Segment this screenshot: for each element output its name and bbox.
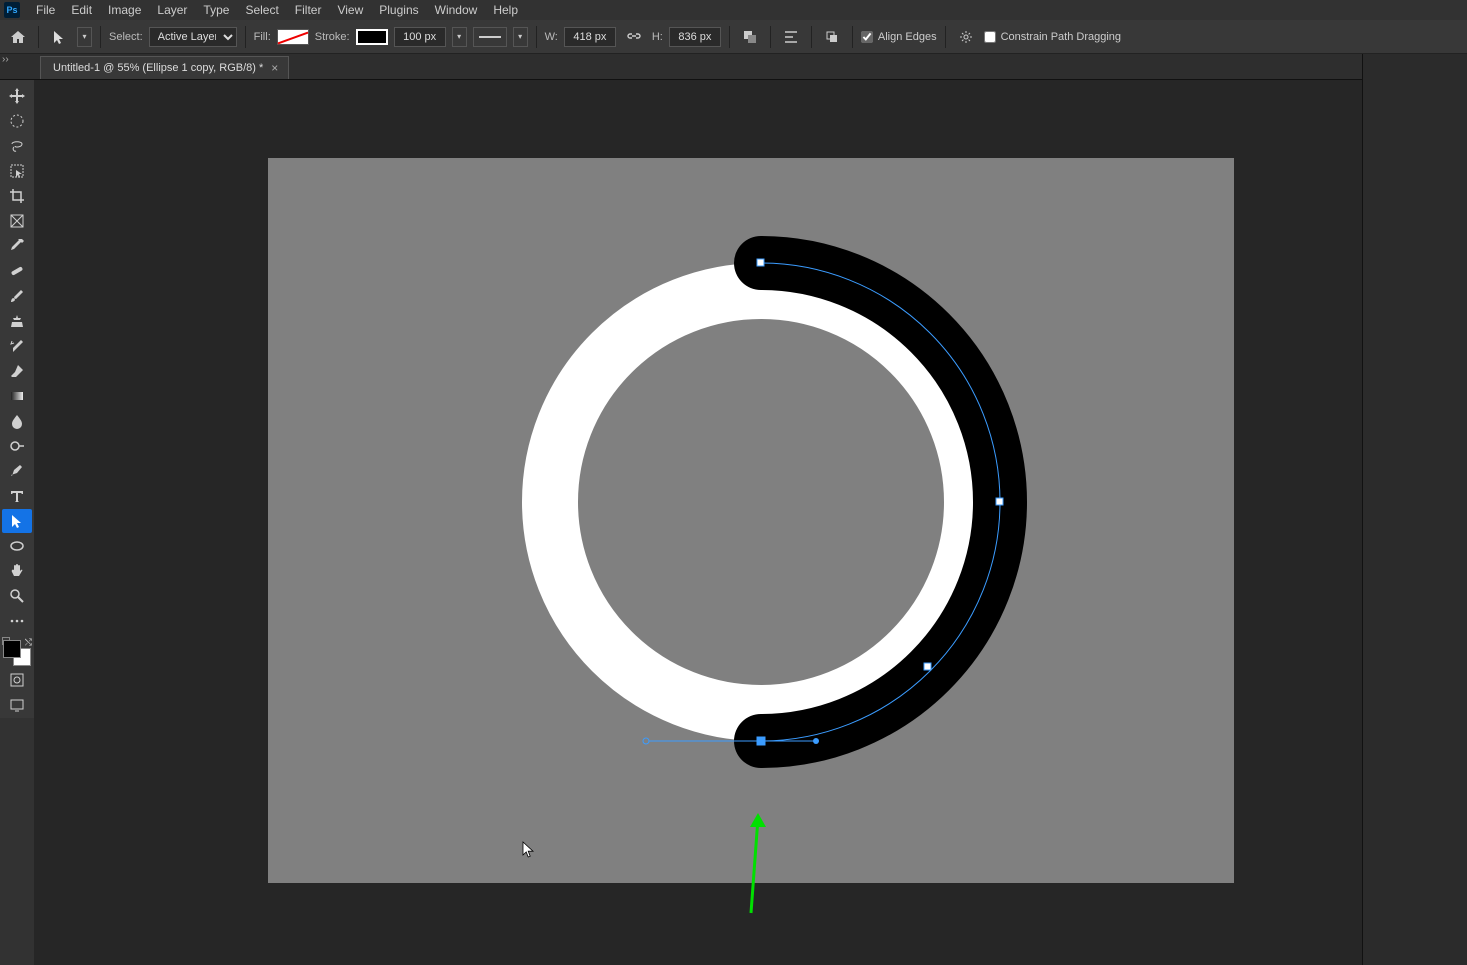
tool-brush[interactable]: [2, 284, 32, 308]
tool-frame[interactable]: [2, 209, 32, 233]
tool-marquee[interactable]: [2, 109, 32, 133]
stroke-width-input[interactable]: [394, 27, 446, 47]
extra-options-button[interactable]: [954, 26, 978, 48]
tool-pen[interactable]: [2, 459, 32, 483]
width-input[interactable]: [564, 27, 616, 47]
tool-clone-stamp[interactable]: [2, 309, 32, 333]
menu-select[interactable]: Select: [237, 1, 286, 19]
tool-eyedropper[interactable]: [2, 234, 32, 258]
stroke-swatch[interactable]: [356, 29, 388, 45]
path-arrangement-button[interactable]: [820, 26, 844, 48]
stroke-width-dropdown[interactable]: ▾: [452, 27, 467, 47]
tool-path-selection[interactable]: [2, 509, 32, 533]
tool-edit-toolbar[interactable]: [2, 609, 32, 633]
tool-preset-button[interactable]: [47, 26, 71, 48]
color-wells[interactable]: ⤭: [3, 638, 31, 666]
height-label: H:: [652, 31, 663, 43]
constrain-checkbox[interactable]: Constrain Path Dragging: [984, 31, 1121, 43]
dock-collapse-icon[interactable]: ››: [2, 54, 9, 65]
tool-quick-mask[interactable]: [2, 668, 32, 692]
document-tab-title: Untitled-1 @ 55% (Ellipse 1 copy, RGB/8)…: [53, 62, 263, 74]
gear-icon: [959, 30, 973, 44]
tool-blur[interactable]: [2, 409, 32, 433]
menu-bar: Ps File Edit Image Layer Type Select Fil…: [0, 0, 1467, 20]
document-tab[interactable]: Untitled-1 @ 55% (Ellipse 1 copy, RGB/8)…: [40, 56, 289, 79]
menu-help[interactable]: Help: [485, 1, 526, 19]
menu-type[interactable]: Type: [195, 1, 237, 19]
select-mode-dropdown[interactable]: Active Layers: [149, 27, 237, 47]
cursor-icon: [522, 841, 536, 859]
shape-ellipse-black[interactable]: [522, 263, 1000, 741]
tool-gradient[interactable]: [2, 384, 32, 408]
tool-lasso[interactable]: [2, 134, 32, 158]
menu-file[interactable]: File: [28, 1, 63, 19]
annotation-arrow: [746, 813, 776, 923]
align-edges-label: Align Edges: [878, 31, 937, 43]
app-logo: Ps: [4, 2, 20, 18]
foreground-color[interactable]: [3, 640, 21, 658]
stroke-style-dropdown[interactable]: [473, 27, 507, 47]
tool-healing[interactable]: [2, 259, 32, 283]
constrain-input[interactable]: [984, 31, 996, 43]
align-icon: [783, 29, 799, 45]
tool-shape[interactable]: [2, 534, 32, 558]
tool-hand[interactable]: [2, 559, 32, 583]
toolbox: ⤭: [0, 80, 34, 718]
arrange-icon: [824, 29, 840, 45]
stroke-label: Stroke:: [315, 31, 350, 43]
link-wh-button[interactable]: [622, 26, 646, 48]
menu-view[interactable]: View: [329, 1, 371, 19]
fill-label: Fill:: [254, 31, 271, 43]
path-operations-button[interactable]: [738, 26, 762, 48]
tool-zoom[interactable]: [2, 584, 32, 608]
home-icon: [10, 29, 26, 45]
link-icon: [627, 30, 641, 44]
menu-image[interactable]: Image: [100, 1, 149, 19]
close-icon[interactable]: ×: [271, 61, 278, 75]
options-bar: ▾ Select: Active Layers Fill: Stroke: ▾ …: [0, 20, 1467, 54]
menu-layer[interactable]: Layer: [149, 1, 195, 19]
tool-object-selection[interactable]: [2, 159, 32, 183]
height-input[interactable]: [669, 27, 721, 47]
align-edges-input[interactable]: [861, 31, 873, 43]
path-alignment-button[interactable]: [779, 26, 803, 48]
fill-swatch[interactable]: [277, 29, 309, 45]
document-canvas[interactable]: [268, 158, 1234, 883]
right-panel-dock[interactable]: [1362, 54, 1467, 965]
width-label: W:: [545, 31, 558, 43]
menu-filter[interactable]: Filter: [287, 1, 330, 19]
document-tab-bar: Untitled-1 @ 55% (Ellipse 1 copy, RGB/8)…: [0, 54, 1467, 80]
menu-window[interactable]: Window: [427, 1, 486, 19]
align-edges-checkbox[interactable]: Align Edges: [861, 31, 937, 43]
path-ops-icon: [742, 29, 758, 45]
constrain-label: Constrain Path Dragging: [1001, 31, 1121, 43]
tool-screen-mode[interactable]: [2, 693, 32, 717]
arrow-cursor-icon: [52, 30, 66, 44]
tool-crop[interactable]: [2, 184, 32, 208]
menu-plugins[interactable]: Plugins: [371, 1, 426, 19]
tool-type[interactable]: [2, 484, 32, 508]
tool-dodge[interactable]: [2, 434, 32, 458]
swap-colors-icon[interactable]: ⤭: [25, 637, 32, 648]
stroke-style-toggle[interactable]: ▾: [513, 27, 528, 47]
tool-move[interactable]: [2, 84, 32, 108]
menu-edit[interactable]: Edit: [63, 1, 100, 19]
workspace: [34, 80, 1362, 965]
select-label: Select:: [109, 31, 143, 43]
tool-history-brush[interactable]: [2, 334, 32, 358]
tool-eraser[interactable]: [2, 359, 32, 383]
tool-preset-dropdown[interactable]: ▾: [77, 27, 92, 47]
home-button[interactable]: [6, 26, 30, 48]
